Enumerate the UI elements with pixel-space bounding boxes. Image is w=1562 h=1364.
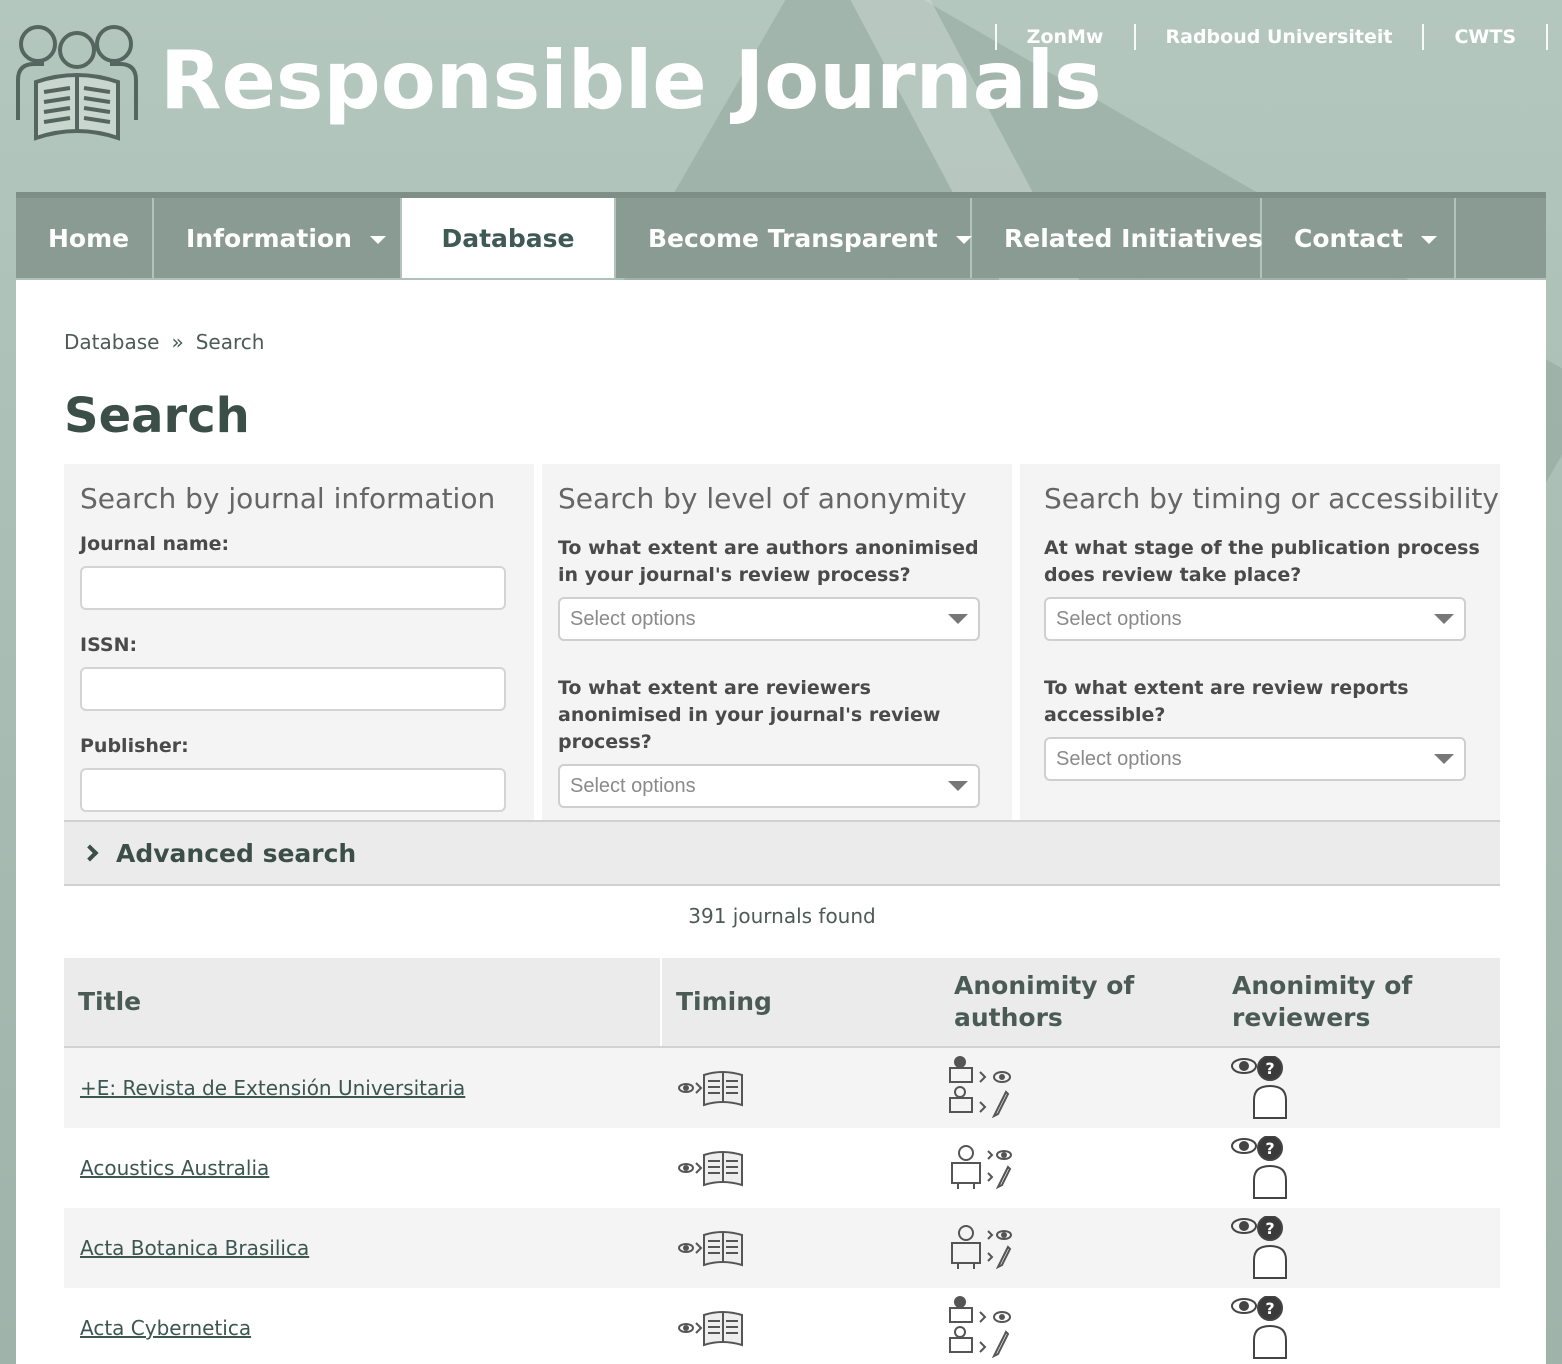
author-anonymous-to-both-icon	[940, 1208, 1218, 1288]
anonymity-filter: Search by level of anonymity To what ext…	[542, 464, 1012, 820]
nav-database-label: Database	[441, 223, 575, 253]
journal-info-filter: Search by journal information Journal na…	[64, 464, 534, 820]
reviewers-anonymity-label: To what extent are reviewers anonimised …	[558, 677, 941, 753]
header-title[interactable]: Title	[64, 958, 662, 1046]
reviewer-anonymous-icon: ?	[1218, 1208, 1500, 1288]
reviewer-anonymous-icon: ?	[1218, 1128, 1500, 1208]
nav-become-transparent[interactable]: Become Transparent	[616, 198, 972, 278]
reviewer-anonymous-icon: ?	[1218, 1288, 1500, 1364]
readers-logo-icon[interactable]	[14, 20, 140, 148]
link-separator	[1133, 24, 1136, 50]
authors-anonymity-placeholder: Select options	[570, 607, 696, 630]
review-reports-placeholder: Select options	[1056, 747, 1182, 770]
table-row: Acoustics Australia ?	[64, 1128, 1500, 1208]
results-count: 391 journals found	[688, 904, 876, 928]
caret-down-icon	[369, 236, 386, 244]
nav-related-initiatives-label: Related Initiatives	[1004, 223, 1263, 253]
review-stage-placeholder: Select options	[1056, 607, 1182, 630]
link-separator	[1422, 24, 1425, 50]
nav-home[interactable]: Home	[16, 198, 154, 278]
eye-before-publication-icon	[662, 1208, 940, 1288]
main-nav: Home Information Database Become Transpa…	[16, 192, 1546, 302]
breadcrumb-search: Search	[195, 330, 265, 354]
author-known-to-reviewer-and-editor-icon	[940, 1288, 1218, 1364]
eye-before-publication-icon	[662, 1288, 940, 1364]
authors-anonymity-label: To what extent are authors anonimised in…	[558, 537, 979, 586]
content-panel: Database » Search Search Search by journal…	[16, 280, 1546, 1364]
advanced-search-label: Advanced search	[116, 838, 357, 868]
dropdown-arrow-icon	[1434, 614, 1454, 624]
nav-related-initiatives[interactable]: Related Initiatives	[972, 198, 1263, 278]
cwts-link[interactable]: CWTS	[1424, 26, 1546, 48]
journal-name-label: Journal name:	[80, 533, 230, 555]
caret-down-icon	[955, 236, 972, 244]
eye-before-publication-icon	[662, 1128, 940, 1208]
table-row: Acta Botanica Brasilica ?	[64, 1208, 1500, 1288]
nav-information-label: Information	[186, 223, 352, 253]
svg-text:?: ?	[1265, 1219, 1274, 1238]
results-table: Title Timing Anonimity of authors Anonim…	[64, 958, 1500, 1364]
caret-down-icon	[1420, 236, 1437, 244]
issn-input[interactable]	[80, 667, 506, 711]
issn-label: ISSN:	[80, 634, 138, 656]
nav-information[interactable]: Information	[154, 198, 402, 278]
reviewers-anonymity-select[interactable]: Select options	[558, 764, 980, 808]
search-filters: Search by journal information Journal na…	[64, 464, 1500, 820]
author-known-to-reviewer-and-editor-icon	[940, 1048, 1218, 1128]
review-reports-label: To what extent are review reports access…	[1044, 677, 1409, 726]
dropdown-arrow-icon	[948, 614, 968, 624]
nav-contact-label: Contact	[1294, 223, 1403, 253]
header-anonimity-authors[interactable]: Anonimity of authors	[940, 958, 1218, 1046]
anonymity-heading: Search by level of anonymity	[558, 482, 967, 515]
advanced-search-toggle[interactable]: Advanced search	[64, 820, 1500, 886]
review-stage-label: At what stage of the publication process…	[1044, 537, 1480, 586]
breadcrumb-separator: »	[171, 330, 184, 354]
site-title[interactable]: Responsible Journals	[160, 34, 1102, 127]
journal-info-heading: Search by journal information	[80, 482, 496, 515]
header-timing[interactable]: Timing	[662, 958, 940, 1046]
authors-anonymity-select[interactable]: Select options	[558, 597, 980, 641]
nav-database[interactable]: Database	[402, 198, 616, 302]
svg-text:?: ?	[1265, 1139, 1274, 1158]
table-row: Acta Cybernetica ?	[64, 1288, 1500, 1364]
nav-home-label: Home	[48, 223, 130, 253]
zonmw-link[interactable]: ZonMw	[997, 26, 1134, 48]
table-row: +E: Revista de Extensión Universitaria ?	[64, 1048, 1500, 1128]
svg-text:?: ?	[1265, 1059, 1274, 1078]
reviewers-anonymity-placeholder: Select options	[570, 774, 696, 797]
nav-contact[interactable]: Contact	[1262, 198, 1456, 278]
author-anonymous-to-both-icon	[940, 1128, 1218, 1208]
nav-become-transparent-label: Become Transparent	[648, 223, 938, 253]
journal-title-link[interactable]: +E: Revista de Extensión Universitaria	[80, 1076, 465, 1100]
chevron-right-icon	[81, 844, 99, 862]
dropdown-arrow-icon	[1434, 754, 1454, 764]
timing-heading: Search by timing or accessibility	[1044, 482, 1499, 515]
breadcrumb: Database » Search	[64, 330, 264, 354]
timing-filter: Search by timing or accessibility At wha…	[1020, 464, 1500, 820]
link-separator	[1546, 24, 1548, 50]
review-reports-select[interactable]: Select options	[1044, 737, 1466, 781]
review-stage-select[interactable]: Select options	[1044, 597, 1466, 641]
journal-title-link[interactable]: Acta Cybernetica	[80, 1316, 251, 1340]
top-links: ZonMw Radboud Universiteit CWTS	[994, 24, 1548, 50]
publisher-input[interactable]	[80, 768, 506, 812]
journal-name-input[interactable]	[80, 566, 506, 610]
dropdown-arrow-icon	[948, 781, 968, 791]
publisher-label: Publisher:	[80, 735, 189, 757]
reviewer-anonymous-icon: ?	[1218, 1048, 1500, 1128]
header-anonimity-reviewers[interactable]: Anonimity of reviewers	[1218, 958, 1500, 1046]
svg-text:?: ?	[1265, 1299, 1274, 1318]
journal-title-link[interactable]: Acoustics Australia	[80, 1156, 269, 1180]
table-header: Title Timing Anonimity of authors Anonim…	[64, 958, 1500, 1048]
eye-before-publication-icon	[662, 1048, 940, 1128]
radboud-link[interactable]: Radboud Universiteit	[1136, 26, 1423, 48]
link-separator	[994, 24, 997, 50]
breadcrumb-database[interactable]: Database	[64, 330, 159, 354]
page-title: Search	[64, 388, 250, 444]
journal-title-link[interactable]: Acta Botanica Brasilica	[80, 1236, 309, 1260]
